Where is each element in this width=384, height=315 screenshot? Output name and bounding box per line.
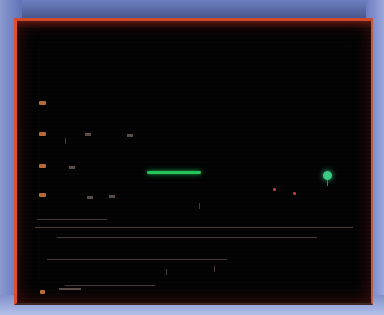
signal-stem (327, 180, 328, 186)
marker-dot (293, 192, 296, 195)
channel-glyph (127, 134, 133, 137)
baseline-trace (37, 219, 107, 220)
pointer-icon (39, 101, 46, 105)
tick-mark (199, 203, 200, 209)
screen-scanlines (17, 21, 371, 303)
pointer-icon (39, 132, 46, 136)
pointer-icon (39, 193, 46, 197)
screen-top-glow (17, 21, 371, 29)
pointer-icon (40, 290, 45, 294)
channel-glyph (87, 196, 93, 199)
signal-trace (147, 171, 201, 174)
tick-mark (214, 266, 215, 272)
pointer-icon (39, 164, 46, 168)
channel-glyph (85, 133, 91, 136)
display-separator (35, 227, 353, 228)
status-glyph (59, 288, 81, 290)
marker-dot (273, 188, 276, 191)
baseline-trace (65, 285, 155, 286)
baseline-trace (57, 237, 317, 238)
tick-mark (65, 138, 66, 144)
oscilloscope-display (14, 18, 373, 305)
channel-glyph (109, 195, 115, 198)
signal-marker (323, 171, 332, 180)
channel-glyph (69, 166, 75, 169)
tick-mark (166, 269, 167, 275)
baseline-trace (47, 259, 227, 260)
